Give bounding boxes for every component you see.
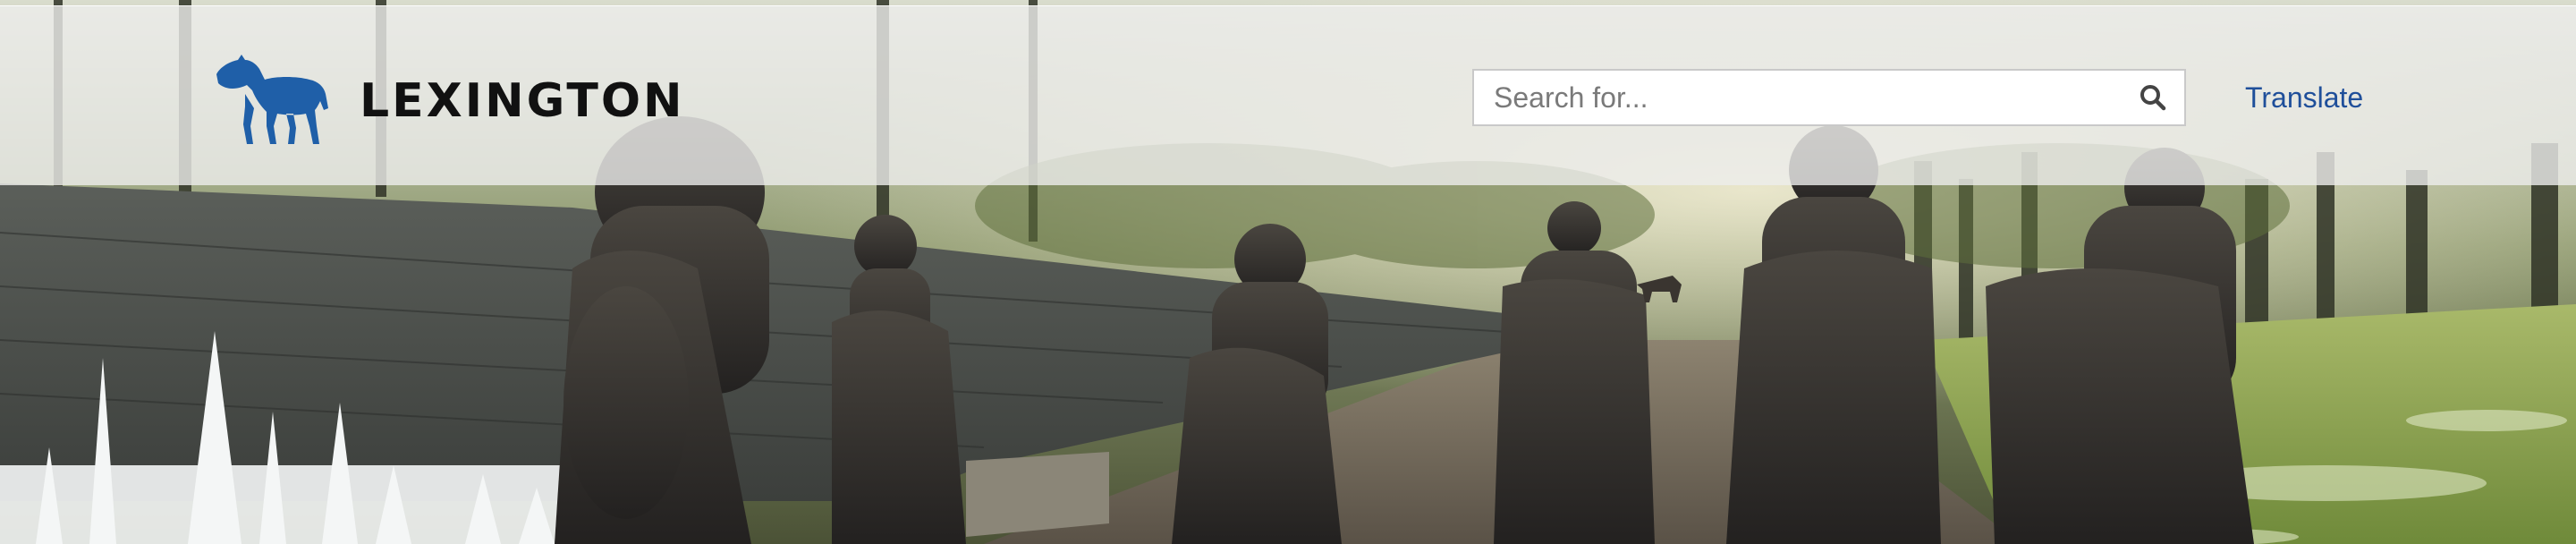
search-input[interactable] bbox=[1474, 71, 2122, 124]
search-icon bbox=[2140, 85, 2166, 111]
site-header: LEXINGTON Translate bbox=[0, 5, 2576, 185]
horse-icon bbox=[216, 55, 328, 144]
translate-link[interactable]: Translate bbox=[2245, 83, 2363, 112]
page: LEXINGTON Translate bbox=[0, 0, 2576, 544]
logo-text: LEXINGTON bbox=[360, 74, 685, 128]
home-logo-link[interactable]: LEXINGTON bbox=[211, 55, 685, 148]
search-button[interactable] bbox=[2122, 71, 2184, 124]
search-box bbox=[1472, 69, 2186, 126]
